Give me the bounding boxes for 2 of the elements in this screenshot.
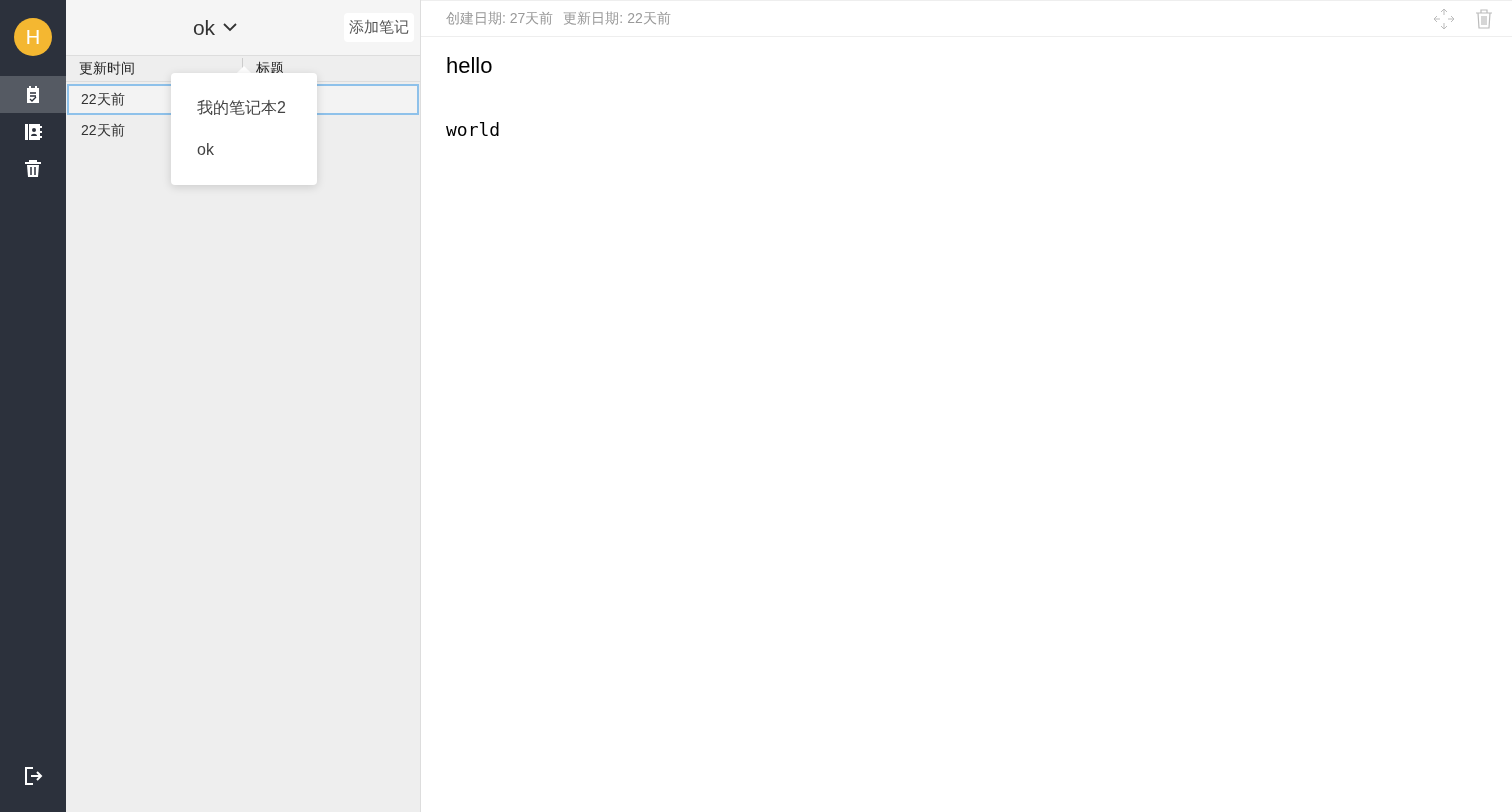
updated-date: 更新日期: 22天前 [563, 9, 671, 28]
created-date: 创建日期: 27天前 [446, 9, 554, 28]
